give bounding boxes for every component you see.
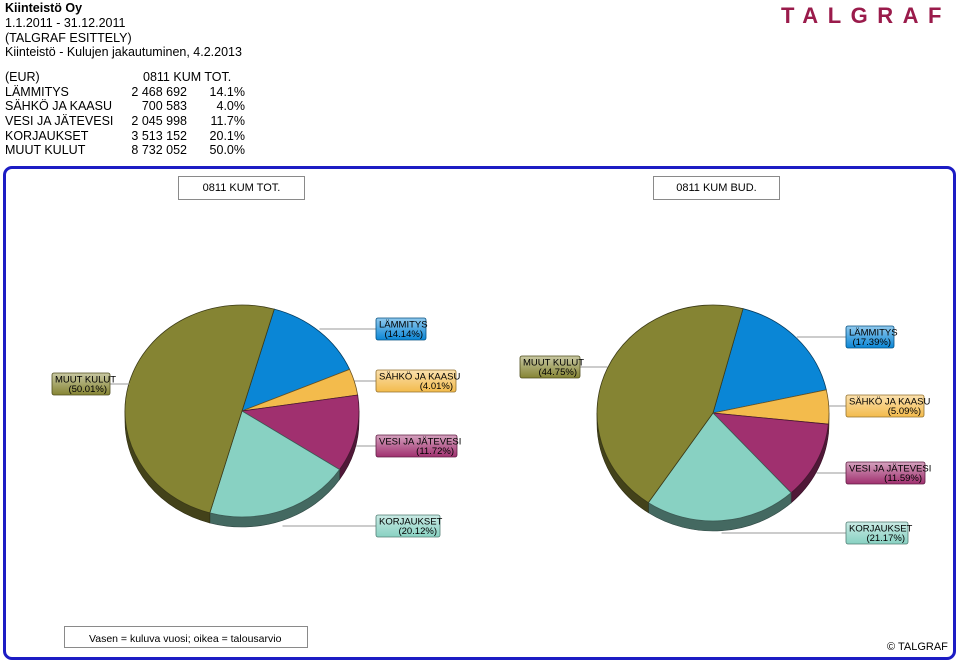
slice-label: VESI JA JÄTEVESI(11.72%) <box>375 434 461 458</box>
pie-chart-actual: LÄMMITYS(14.14%) SÄHKÖ JA KAASU(4.01%) VES… <box>51 304 461 538</box>
slice-label: LÄMMITYS(17.39%) <box>845 325 898 349</box>
slice-label-percent: (44.75%) <box>538 367 577 378</box>
pie-chart-budget: LÄMMITYS(17.39%) SÄHKÖ JA KAASU(5.09%) VES… <box>519 304 931 545</box>
slice-label-percent: (14.14%) <box>384 329 423 340</box>
slice-label-percent: (20.12%) <box>398 526 437 537</box>
slice-label: KORJAUKSET(20.12%) <box>375 514 443 538</box>
legend-note: Vasen = kuluva vuosi; oikea = talousarvi… <box>64 626 308 648</box>
slice-label: KORJAUKSET(21.17%) <box>845 521 913 545</box>
slice-label: MUUT KULUT(50.01%) <box>51 372 116 396</box>
pie-charts: LÄMMITYS(14.14%) SÄHKÖ JA KAASU(4.01%) VES… <box>51 304 931 545</box>
copyright: © TALGRAF <box>887 641 948 653</box>
slice-label: SÄHKÖ JA KAASU(5.09%) <box>845 394 930 418</box>
slice-label-percent: (5.09%) <box>888 406 921 417</box>
slice-label: VESI JA JÄTEVESI(11.59%) <box>845 461 931 485</box>
slice-label: MUUT KULUT(44.75%) <box>519 355 584 379</box>
slice-label-percent: (11.59%) <box>884 473 922 484</box>
slice-label: LÄMMITYS(14.14%) <box>375 317 428 341</box>
slice-label-percent: (21.17%) <box>866 533 905 544</box>
slice-label-percent: (11.72%) <box>416 446 454 457</box>
slice-label-percent: (17.39%) <box>852 337 891 348</box>
slice-label: SÄHKÖ JA KAASU(4.01%) <box>375 369 460 393</box>
slice-label-percent: (4.01%) <box>420 381 453 392</box>
slice-label-percent: (50.01%) <box>68 384 107 395</box>
